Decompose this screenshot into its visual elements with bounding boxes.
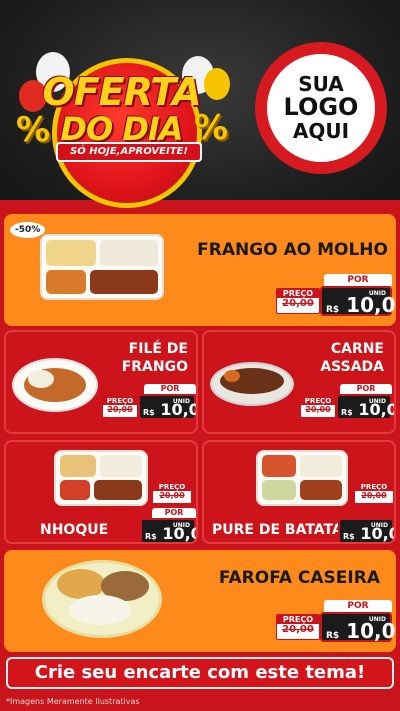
oferta-do-dia-badge: % % OFERTA DO DIA SÓ HOJE,APROVEITE!: [14, 50, 230, 208]
old-price: PREÇO 20,00: [102, 396, 138, 418]
new-price: R$ 10,00 UNID: [140, 518, 196, 542]
unit-label: UNID: [172, 522, 190, 529]
old-price-value: 20,00: [282, 298, 314, 309]
logo-text-line1: SUA: [298, 72, 344, 97]
unit-label: UNID: [368, 290, 386, 297]
currency-label: R$: [143, 408, 155, 417]
preco-label: PREÇO: [301, 397, 335, 405]
unit-label: UNID: [172, 398, 190, 405]
product-name: FAROFA CASEIRA: [218, 568, 380, 588]
price-tag: POR PREÇO 20,00 R$ 10,00 UNID: [276, 274, 396, 317]
new-price: R$ 10,00 UNID: [138, 394, 196, 420]
unit-label: UNID: [368, 398, 386, 405]
por-label: POR: [324, 600, 392, 612]
unit-label: UNID: [368, 616, 386, 623]
food-tray-image: [40, 234, 164, 300]
por-label: POR: [324, 274, 392, 286]
por-label: POR: [144, 384, 196, 394]
old-price-value: 20,00: [361, 491, 387, 500]
product-name: FILÉ DE FRANGO: [122, 340, 188, 376]
food-bowl-image: [12, 358, 98, 412]
product-name-line2: ASSADA: [320, 359, 384, 375]
new-price: R$ 10,00 UNID: [338, 518, 394, 542]
product-card-pure-de-batata[interactable]: PURE DE BATATA PREÇO 20,00 R$ 10,00 UNID: [202, 440, 396, 544]
product-name: CARNE ASSADA: [320, 340, 384, 376]
currency-label: R$: [326, 631, 340, 641]
preco-label: PREÇO: [277, 289, 319, 298]
currency-label: R$: [341, 408, 353, 417]
old-price-value: 20,00: [305, 405, 331, 414]
old-price: PREÇO 20,00: [152, 482, 192, 504]
new-price: R$ 10,00 UNID: [336, 394, 394, 420]
badge-title-line1: OFERTA: [42, 70, 201, 114]
logo-text-line3: AQUI: [292, 118, 350, 143]
footnote: *Imagens Meramente Ilustrativas: [6, 697, 140, 706]
product-name: FRANGO AO MOLHO: [197, 240, 388, 260]
old-price-value: 20,00: [159, 491, 185, 500]
logo-placeholder: SUA LOGO AQUI: [255, 42, 387, 174]
logo-text-line2: LOGO: [283, 93, 359, 122]
price-tag: POR PREÇO 20,00 R$ 10,00 UNID: [300, 384, 394, 424]
currency-label: R$: [343, 532, 355, 541]
food-tray-image: [256, 450, 348, 506]
price-tag: POR PREÇO 20,00 R$ 10,00 UNID: [276, 600, 396, 643]
product-name-line1: FILÉ DE: [128, 341, 188, 357]
product-name: NHOQUE: [40, 522, 109, 538]
create-flyer-button[interactable]: Crie seu encarte com este tema!: [6, 657, 394, 689]
por-label: POR: [340, 384, 392, 394]
currency-label: R$: [326, 305, 340, 315]
discount-badge: -50%: [10, 222, 46, 238]
product-card-nhoque[interactable]: NHOQUE PREÇO 20,00 POR R$ 10,00 UNID: [4, 440, 198, 544]
new-price: R$ 10,00 UNID: [320, 286, 396, 317]
currency-label: R$: [145, 532, 157, 541]
product-card-file-de-frango[interactable]: FILÉ DE FRANGO POR PREÇO 20,00 R$ 10,00 …: [4, 330, 198, 434]
preco-label: PREÇO: [153, 483, 191, 491]
old-price: PREÇO 20,00: [276, 288, 320, 314]
food-bowl-image: [42, 560, 162, 638]
por-label: POR: [152, 508, 196, 518]
new-price: R$ 10,00 UNID: [320, 612, 396, 643]
preco-label: PREÇO: [277, 615, 319, 624]
old-price: PREÇO 20,00: [354, 482, 394, 504]
product-name-line2: FRANGO: [121, 359, 188, 375]
price-tag: POR PREÇO 20,00 R$ 10,00 UNID: [102, 384, 196, 424]
product-card-farofa-caseira[interactable]: FAROFA CASEIRA POR PREÇO 20,00 R$ 10,00 …: [4, 550, 396, 652]
preco-label: PREÇO: [103, 397, 137, 405]
unit-label: UNID: [370, 522, 388, 529]
old-price-value: 20,00: [282, 624, 314, 635]
old-price: PREÇO 20,00: [276, 614, 320, 640]
product-card-carne-assada[interactable]: CARNE ASSADA POR PREÇO 20,00 R$ 10,00 UN…: [202, 330, 396, 434]
price-tag: PREÇO 20,00 R$ 10,00 UNID: [336, 482, 394, 542]
product-card-frango-ao-molho[interactable]: -50% FRANGO AO MOLHO POR PREÇO 20,00 R$ …: [4, 214, 396, 326]
product-name-line1: CARNE: [330, 341, 384, 357]
food-bowl-image: [210, 362, 294, 406]
old-price-value: 20,00: [107, 405, 133, 414]
product-name: PURE DE BATATA: [212, 522, 343, 538]
badge-ribbon: SÓ HOJE,APROVEITE!: [56, 142, 202, 162]
wave-divider: [0, 201, 400, 216]
price-tag: PREÇO 20,00 POR R$ 10,00 UNID: [126, 482, 196, 542]
old-price: PREÇO 20,00: [300, 396, 336, 418]
preco-label: PREÇO: [355, 483, 393, 491]
